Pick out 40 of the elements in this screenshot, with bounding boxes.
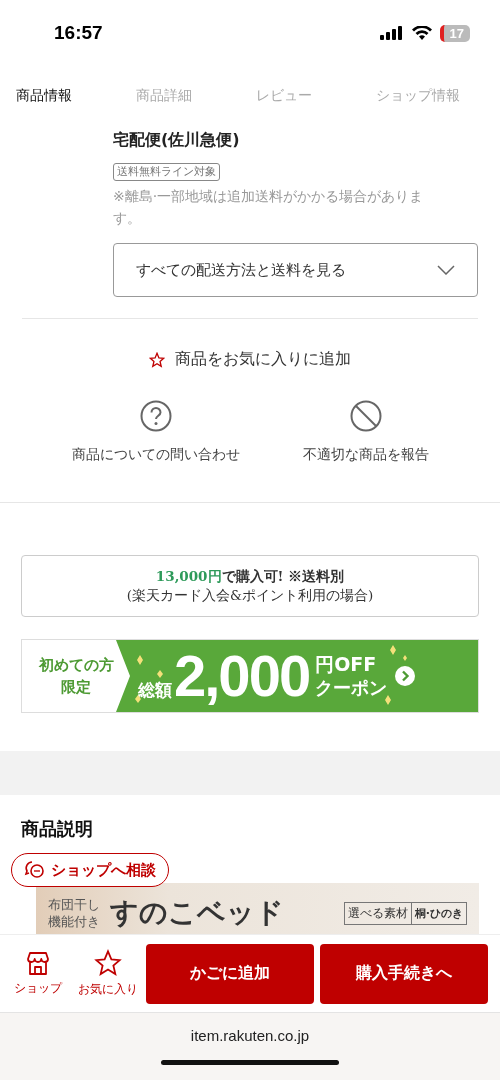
coupon-label: クーポン [315, 676, 388, 700]
cart-button[interactable]: 購入手続きへ [320, 943, 488, 1004]
material-label: 選べる素材 [344, 902, 412, 924]
promo-condition-text: (楽天カード入会&ポイント利用の場合) [126, 586, 374, 605]
action-link[interactable]: 商品についての問い合わせ [71, 400, 240, 464]
url-text: item.rakuten.co.jp [190, 1027, 310, 1044]
section-title: 商品説明 [21, 817, 94, 841]
banner-product-text: すのこベッド [110, 895, 285, 931]
star-icon [149, 351, 165, 368]
star-icon [94, 949, 122, 977]
shipping-method: 宅配便(佐川急便) [113, 130, 240, 151]
coupon-unit: 円OFF [315, 652, 378, 676]
chevron-right-icon [395, 666, 416, 686]
cart-button[interactable]: かごに追加 [146, 943, 314, 1004]
material-text: 桐·ひのき [413, 905, 464, 922]
signal-icon [379, 26, 404, 40]
chat-icon [24, 860, 46, 880]
prohibited-icon [349, 400, 382, 432]
action-link[interactable]: 不適切な商品を報告 [302, 400, 429, 464]
coupon-target-text: 限定 [61, 677, 91, 698]
toolbar-item[interactable]: お気に入り [76, 949, 140, 998]
coupon-prefix: 総額 [138, 679, 172, 702]
chevron-down-icon [437, 265, 455, 275]
shipping-dropdown[interactable]: すべての配送方法と送料を見る [113, 243, 478, 297]
wifi-icon [411, 26, 432, 40]
banner-feature-text: 機能付き [48, 913, 100, 930]
promo-price-text: 13,000円で購入可! ※送料別 [155, 567, 345, 586]
shop-icon [25, 950, 51, 976]
consult-button[interactable]: ショップへ相談 [11, 853, 169, 887]
question-icon [139, 400, 172, 432]
toolbar-item[interactable]: ショップ [6, 950, 70, 997]
tab[interactable]: 商品情報 [16, 84, 72, 108]
status-time: 16:57 [54, 22, 103, 44]
coupon-target-text: 初めての方 [38, 655, 114, 676]
favorite-button[interactable]: 商品をお気に入りに追加 [149, 349, 351, 370]
coupon-amount: 2,000 [174, 647, 310, 705]
shipping-tag: 送料無料ライン対象 [113, 163, 220, 181]
shipping-note: ※離島·一部地域は追加送料がかかる場合があります。 [113, 187, 425, 228]
banner-feature-text: 布団干し [48, 896, 100, 913]
battery-level: 17 [439, 24, 470, 42]
